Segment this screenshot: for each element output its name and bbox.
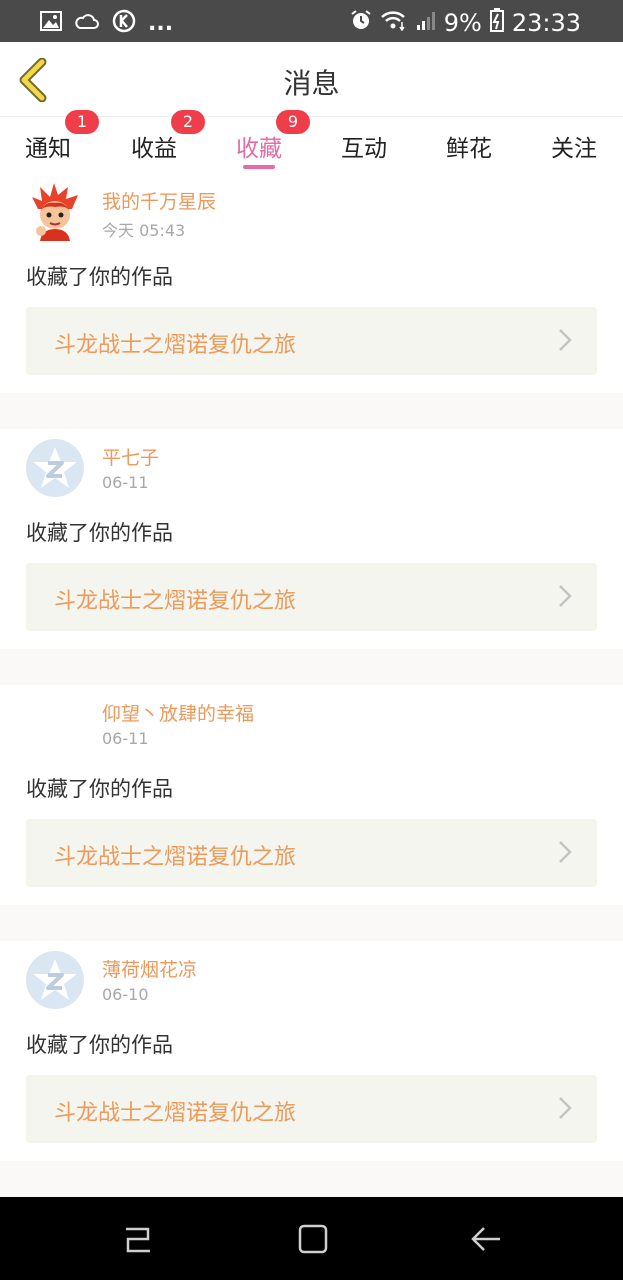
work-title: 斗龙战士之熠诺复仇之旅 <box>54 1101 297 1126</box>
chevron-right-icon <box>559 585 572 607</box>
message-time: 06-11 <box>102 729 149 748</box>
message-time: 06-11 <box>102 473 149 492</box>
system-nav-bar <box>0 1197 623 1280</box>
message-action: 收藏了你的作品 <box>26 521 173 545</box>
avatar[interactable] <box>26 951 84 1009</box>
message-action: 收藏了你的作品 <box>26 265 173 289</box>
badge-earnings: 2 <box>171 110 205 134</box>
tab-notifications[interactable]: 通知 <box>25 129 71 163</box>
work-link[interactable]: 斗龙战士之熠诺复仇之旅 <box>26 1075 597 1143</box>
work-link[interactable]: 斗龙战士之熠诺复仇之旅 <box>26 819 597 887</box>
avatar[interactable] <box>26 695 84 753</box>
user-name[interactable]: 平七子 <box>102 443 159 470</box>
tab-interactions[interactable]: 互动 <box>341 129 387 163</box>
battery-percent: 9% <box>443 9 482 37</box>
work-title: 斗龙战士之熠诺复仇之旅 <box>54 845 297 870</box>
tab-label: 关注 <box>551 136 597 162</box>
weather-icon <box>74 11 100 35</box>
badge-favorites: 9 <box>276 110 310 134</box>
avatar[interactable] <box>26 439 84 497</box>
tab-label: 互动 <box>341 136 387 162</box>
message-time: 今天 05:43 <box>102 221 186 240</box>
message-action: 收藏了你的作品 <box>26 1033 173 1057</box>
separator <box>0 1161 623 1197</box>
message-item: 仰望丶放肆的幸福 06-11 收藏了你的作品 斗龙战士之熠诺复仇之旅 <box>0 685 623 905</box>
active-tab-indicator <box>243 165 275 169</box>
separator <box>0 393 623 429</box>
message-item: 我的千万星辰 今天 05:43 收藏了你的作品 斗龙战士之熠诺复仇之旅 <box>0 173 623 393</box>
chevron-right-icon <box>559 1097 572 1119</box>
message-time: 06-10 <box>102 985 149 1004</box>
status-bar: ... 9% 23:33 <box>0 0 623 42</box>
default-star-avatar-icon <box>33 447 77 488</box>
work-link[interactable]: 斗龙战士之熠诺复仇之旅 <box>26 563 597 631</box>
separator <box>0 905 623 941</box>
user-name[interactable]: 我的千万星辰 <box>102 187 216 214</box>
tab-label: 收藏 <box>236 136 282 162</box>
tab-favorites[interactable]: 收藏 <box>236 129 282 163</box>
image-icon <box>40 11 62 35</box>
recent-apps-button[interactable] <box>118 1219 158 1259</box>
tab-earnings[interactable]: 收益 <box>131 129 177 163</box>
k-icon <box>112 9 136 37</box>
tab-flowers[interactable]: 鲜花 <box>446 129 492 163</box>
status-ellipsis: ... <box>148 10 174 36</box>
chevron-right-icon <box>559 841 572 863</box>
badge-notifications: 1 <box>65 110 99 134</box>
work-title: 斗龙战士之熠诺复仇之旅 <box>54 333 297 358</box>
home-button[interactable] <box>293 1219 333 1259</box>
user-name[interactable]: 薄荷烟花凉 <box>102 955 197 982</box>
back-icon <box>471 1227 500 1251</box>
message-item: 薄荷烟花凉 06-10 收藏了你的作品 斗龙战士之熠诺复仇之旅 <box>0 941 623 1161</box>
work-title: 斗龙战士之熠诺复仇之旅 <box>54 589 297 614</box>
avatar[interactable] <box>26 183 84 241</box>
battery-charging-icon <box>489 8 504 38</box>
tab-label: 通知 <box>25 136 71 162</box>
signal-icon <box>416 9 436 37</box>
user-name[interactable]: 仰望丶放肆的幸福 <box>102 699 254 726</box>
separator <box>0 649 623 685</box>
back-nav-button[interactable] <box>466 1219 506 1259</box>
message-action: 收藏了你的作品 <box>26 777 173 801</box>
alarm-icon <box>350 9 372 37</box>
page-title: 消息 <box>283 67 340 100</box>
home-icon <box>298 1224 328 1254</box>
default-star-avatar-icon <box>33 959 77 1000</box>
message-item: 平七子 06-11 收藏了你的作品 斗龙战士之熠诺复仇之旅 <box>0 429 623 649</box>
work-link[interactable]: 斗龙战士之熠诺复仇之旅 <box>26 307 597 375</box>
recent-apps-icon <box>126 1227 150 1253</box>
tab-following[interactable]: 关注 <box>551 129 597 163</box>
message-list: 我的千万星辰 今天 05:43 收藏了你的作品 斗龙战士之熠诺复仇之旅 平七子 … <box>0 173 623 1197</box>
tab-label: 收益 <box>131 136 177 162</box>
wifi-icon <box>380 9 408 37</box>
tab-bar: 通知 1 收益 2 收藏 9 互动 鲜花 关注 <box>0 110 623 173</box>
chevron-right-icon <box>559 329 572 351</box>
header: 消息 <box>0 42 623 117</box>
status-time: 23:33 <box>511 9 581 37</box>
tab-label: 鲜花 <box>446 136 492 162</box>
cartoon-avatar-icon <box>32 183 78 241</box>
